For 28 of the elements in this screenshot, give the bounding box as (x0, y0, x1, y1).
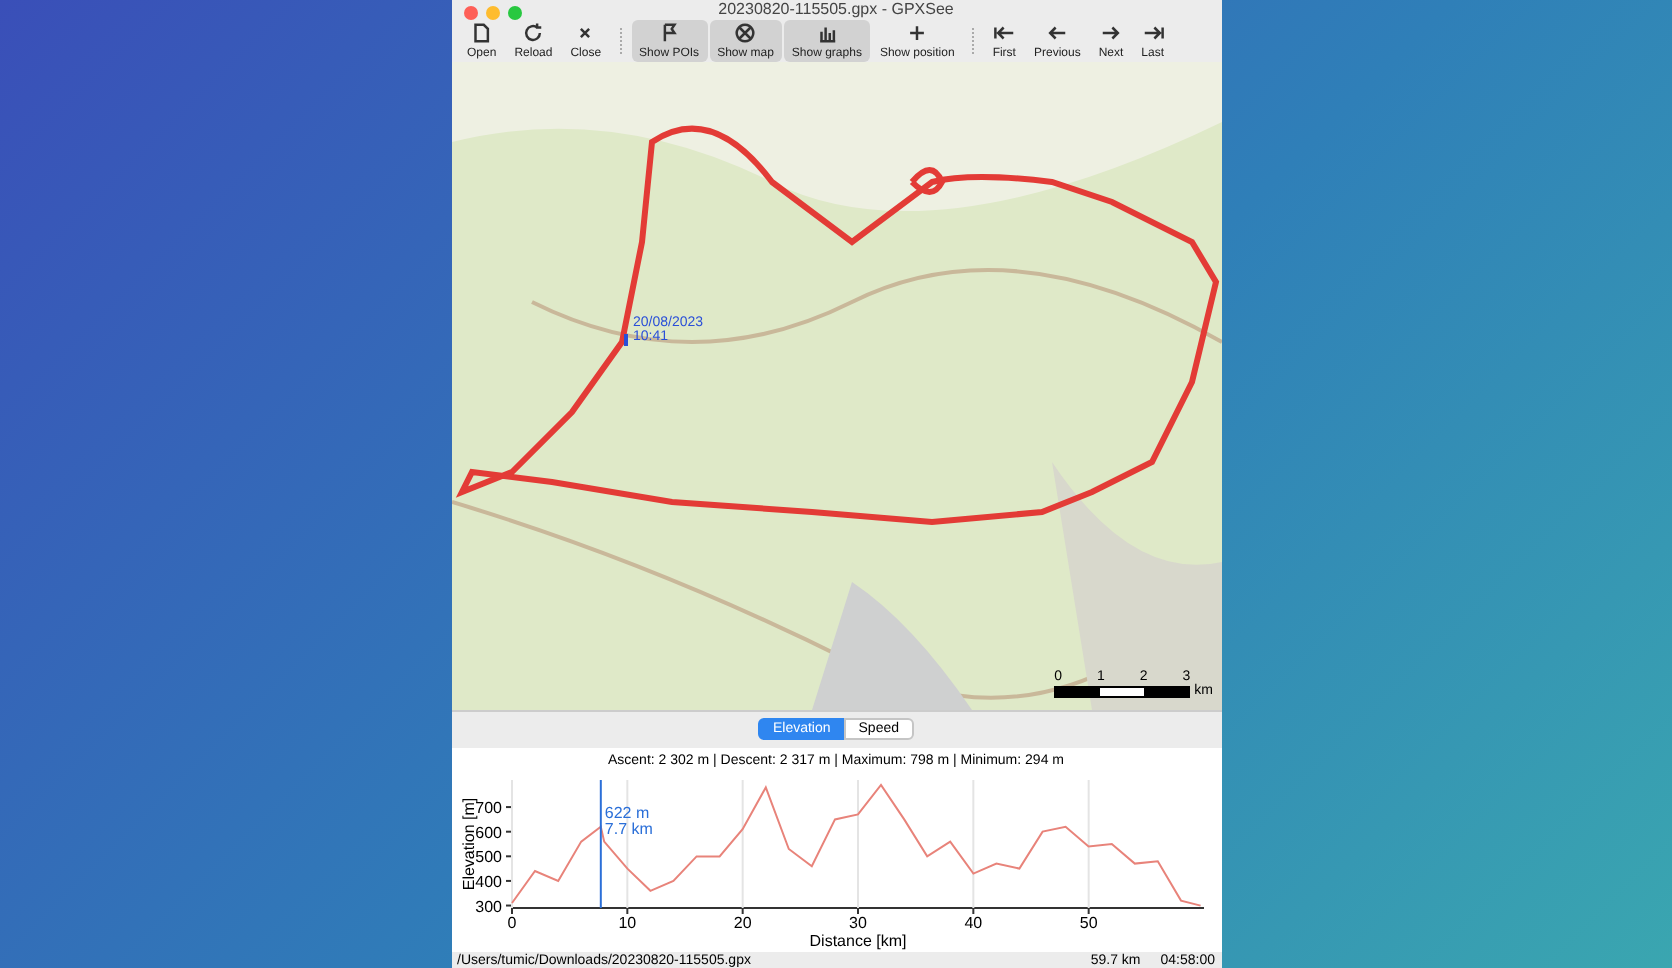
y-tick-label: 500 (474, 848, 503, 867)
open-file-icon (470, 21, 493, 44)
x-tick-label: 0 (506, 914, 517, 933)
y-axis-label: Elevation [m] (459, 797, 477, 891)
cursor-label: 622 m (603, 804, 649, 823)
window-title: 20230820-115505.gpx - GPXSee (718, 0, 954, 19)
y-tick-label: 400 (474, 872, 503, 891)
cursor-label: 7.7 km (603, 820, 652, 839)
y-tick-label: 300 (474, 897, 503, 916)
close-window-button[interactable] (463, 6, 477, 20)
flag-icon (658, 21, 681, 44)
reload-icon (522, 21, 545, 44)
first-icon (993, 21, 1016, 44)
y-tick-label: 600 (474, 823, 503, 842)
x-tick-label: 10 (617, 914, 637, 933)
crosshair-icon (906, 21, 929, 44)
x-tick-label: 20 (732, 914, 752, 933)
x-axis-label: Distance [km] (808, 932, 906, 951)
x-tick-label: 40 (963, 914, 983, 933)
next-icon (1100, 21, 1122, 44)
previous-icon (1046, 21, 1069, 44)
map-icon (734, 21, 757, 44)
zoom-window-button[interactable] (507, 6, 521, 20)
x-tick-label: 50 (1078, 914, 1098, 933)
cursor-line[interactable] (598, 779, 601, 910)
minimize-window-button[interactable] (485, 6, 499, 20)
x-tick-label: 30 (848, 914, 867, 933)
last-icon (1141, 21, 1164, 44)
